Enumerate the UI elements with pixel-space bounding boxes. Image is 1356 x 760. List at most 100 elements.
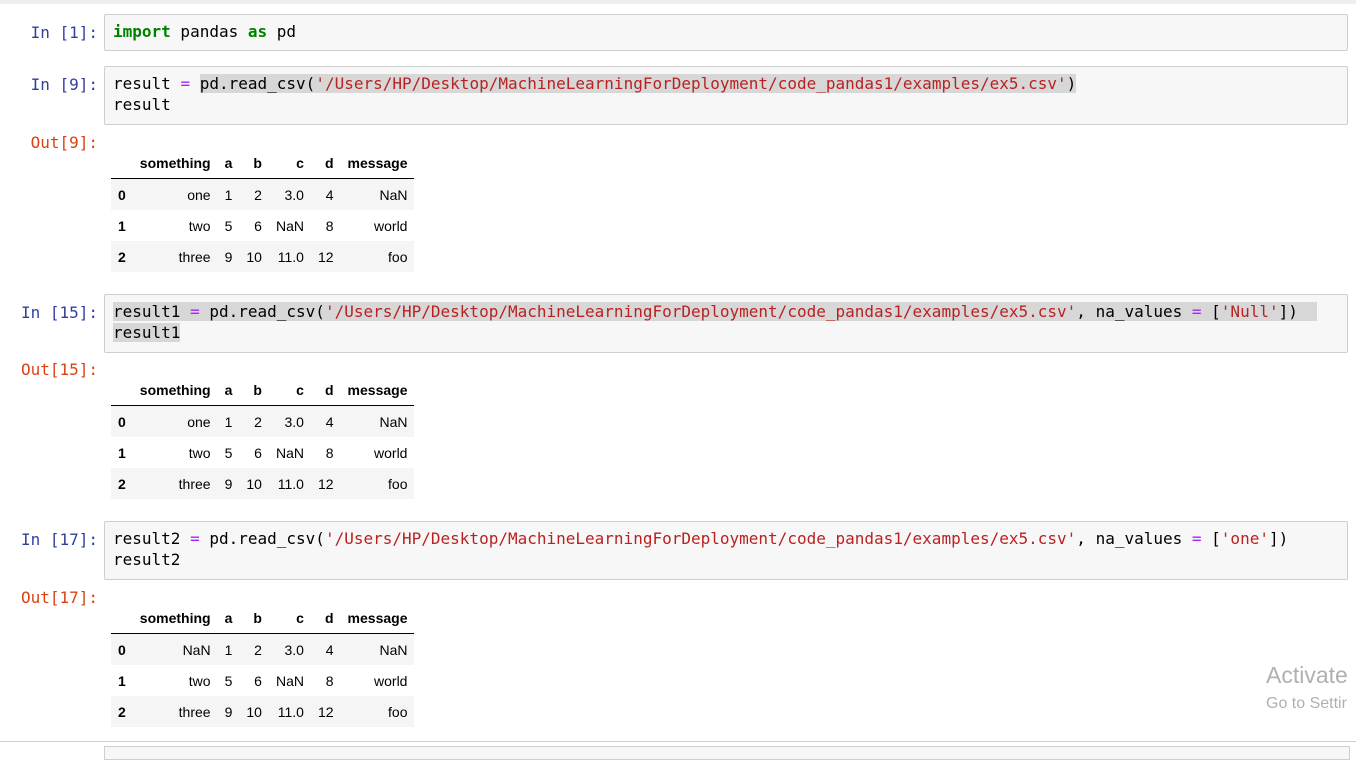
column-header: d (310, 602, 341, 634)
column-header: a (217, 147, 240, 179)
table-cell: 10 (246, 703, 262, 720)
code-token: = (180, 74, 191, 93)
output-prompt-2: Out[9]: (30, 133, 98, 152)
dataframe-output-1: something a b c d message 0 one 1 2 3.0 … (111, 147, 415, 272)
table-cell: 11.0 (277, 703, 304, 720)
table-cell: world (374, 444, 408, 461)
table-cell: 8 (325, 444, 334, 461)
row-index: 2 (118, 703, 126, 720)
column-header: message (340, 374, 415, 406)
table-cell: 2 (254, 186, 262, 203)
table-row: 1 two 5 6 NaN 8 world (111, 210, 414, 241)
table-cell: 11.0 (277, 475, 304, 492)
column-header: message (340, 602, 415, 634)
code-editor-1[interactable]: import pandas as pd (113, 21, 296, 42)
code-token: 'one' (1220, 529, 1269, 548)
table-cell: NaN (275, 672, 304, 689)
row-index: 0 (118, 186, 126, 203)
table-cell: 5 (224, 672, 233, 689)
row-index: 1 (118, 217, 126, 234)
output-prompt-4: Out[17]: (20, 588, 98, 607)
table-cell: 12 (317, 248, 334, 265)
table-cell: NaN (379, 186, 408, 203)
table-cell: NaN (275, 217, 304, 234)
column-header: a (217, 602, 240, 634)
table-cell: one (187, 186, 211, 203)
table-cell: 10 (246, 248, 262, 265)
code-token: result1 (113, 302, 191, 321)
table-cell: 10 (246, 475, 262, 492)
column-header (111, 602, 133, 634)
column-header (111, 147, 133, 179)
table-cell: 4 (325, 413, 334, 430)
row-index: 0 (118, 641, 126, 658)
table-cell: world (374, 217, 408, 234)
code-token: '/Users/HP/Desktop/MachineLearningForDep… (324, 529, 1077, 548)
code-token: = (1191, 529, 1202, 548)
table-row: 2 three 9 10 11.0 12 foo (111, 468, 415, 499)
code-token: result (113, 74, 181, 93)
code-token: import (113, 22, 171, 41)
code-token: ]) (1278, 302, 1298, 321)
code-line: result1 (113, 323, 181, 342)
table-cell: 9 (224, 248, 233, 265)
code-token: pd.read_csv( (199, 529, 325, 548)
table-cell: 5 (224, 444, 233, 461)
code-cell-3[interactable]: result1 = pd.read_csv('/Users/HP/Desktop… (104, 294, 1348, 353)
table-cell: 8 (325, 672, 334, 689)
table-cell: foo (388, 703, 408, 720)
table-cell: 3.0 (284, 641, 304, 658)
table-cell: 9 (224, 475, 233, 492)
table-cell: 12 (317, 703, 334, 720)
table-cell: 6 (254, 672, 262, 689)
table-cell: two (188, 444, 211, 461)
table-cell: NaN (275, 444, 304, 461)
table-row: 0 NaN 1 2 3.0 4 NaN (111, 633, 415, 665)
output-prompt-3: Out[15]: (20, 360, 98, 379)
activate-windows-watermark: Activate (1266, 662, 1348, 688)
code-editor-4[interactable]: result2 = pd.read_csv('/Users/HP/Desktop… (113, 528, 1288, 570)
table-cell: three (178, 703, 211, 720)
dataframe-output-2: something a b c d message 0 one 1 2 3.0 … (111, 374, 415, 499)
code-line: result (113, 95, 171, 114)
column-header: d (310, 374, 341, 406)
code-editor-2[interactable]: result = pd.read_csv('/Users/HP/Desktop/… (113, 73, 1077, 115)
code-token: ]) (1268, 529, 1289, 548)
next-code-cell[interactable] (104, 746, 1350, 760)
code-cell-2[interactable]: result = pd.read_csv('/Users/HP/Desktop/… (104, 66, 1348, 125)
code-token: , na_values (1076, 302, 1192, 321)
column-header: something (132, 374, 218, 406)
table-cell: 8 (325, 217, 334, 234)
table-cell: 6 (254, 444, 262, 461)
code-token: ) (1066, 74, 1077, 93)
table-cell: 1 (224, 641, 233, 658)
column-header: something (132, 602, 218, 634)
code-token: = (190, 529, 200, 548)
table-cell: 5 (224, 217, 233, 234)
table-cell: three (178, 248, 211, 265)
table-cell: two (188, 217, 211, 234)
code-token: = (190, 302, 200, 321)
notebook-top-border (0, 0, 1356, 4)
table-cell: world (374, 672, 408, 689)
column-header (111, 374, 133, 406)
row-index: 1 (118, 444, 126, 461)
table-cell: 3.0 (284, 413, 304, 430)
code-token: = (1191, 302, 1202, 321)
code-cell-1[interactable]: import pandas as pd (104, 14, 1348, 51)
table-cell: two (188, 672, 211, 689)
table-row: 2 three 9 10 11.0 12 foo (111, 241, 415, 272)
table-header-row: something a b c d message (111, 147, 415, 179)
code-token: pd.read_csv( (199, 74, 316, 93)
column-header: c (268, 602, 311, 634)
code-token: result2 (113, 529, 191, 548)
table-row: 0 one 1 2 3.0 4 NaN (111, 178, 415, 210)
code-editor-3[interactable]: result1 = pd.read_csv('/Users/HP/Desktop… (113, 301, 1318, 343)
table-cell: foo (388, 248, 408, 265)
code-token: 'Null' (1220, 302, 1279, 321)
table-cell: NaN (379, 641, 408, 658)
table-cell: 3.0 (284, 186, 304, 203)
code-cell-4[interactable]: result2 = pd.read_csv('/Users/HP/Desktop… (104, 521, 1348, 580)
code-token: [ (1201, 302, 1221, 321)
